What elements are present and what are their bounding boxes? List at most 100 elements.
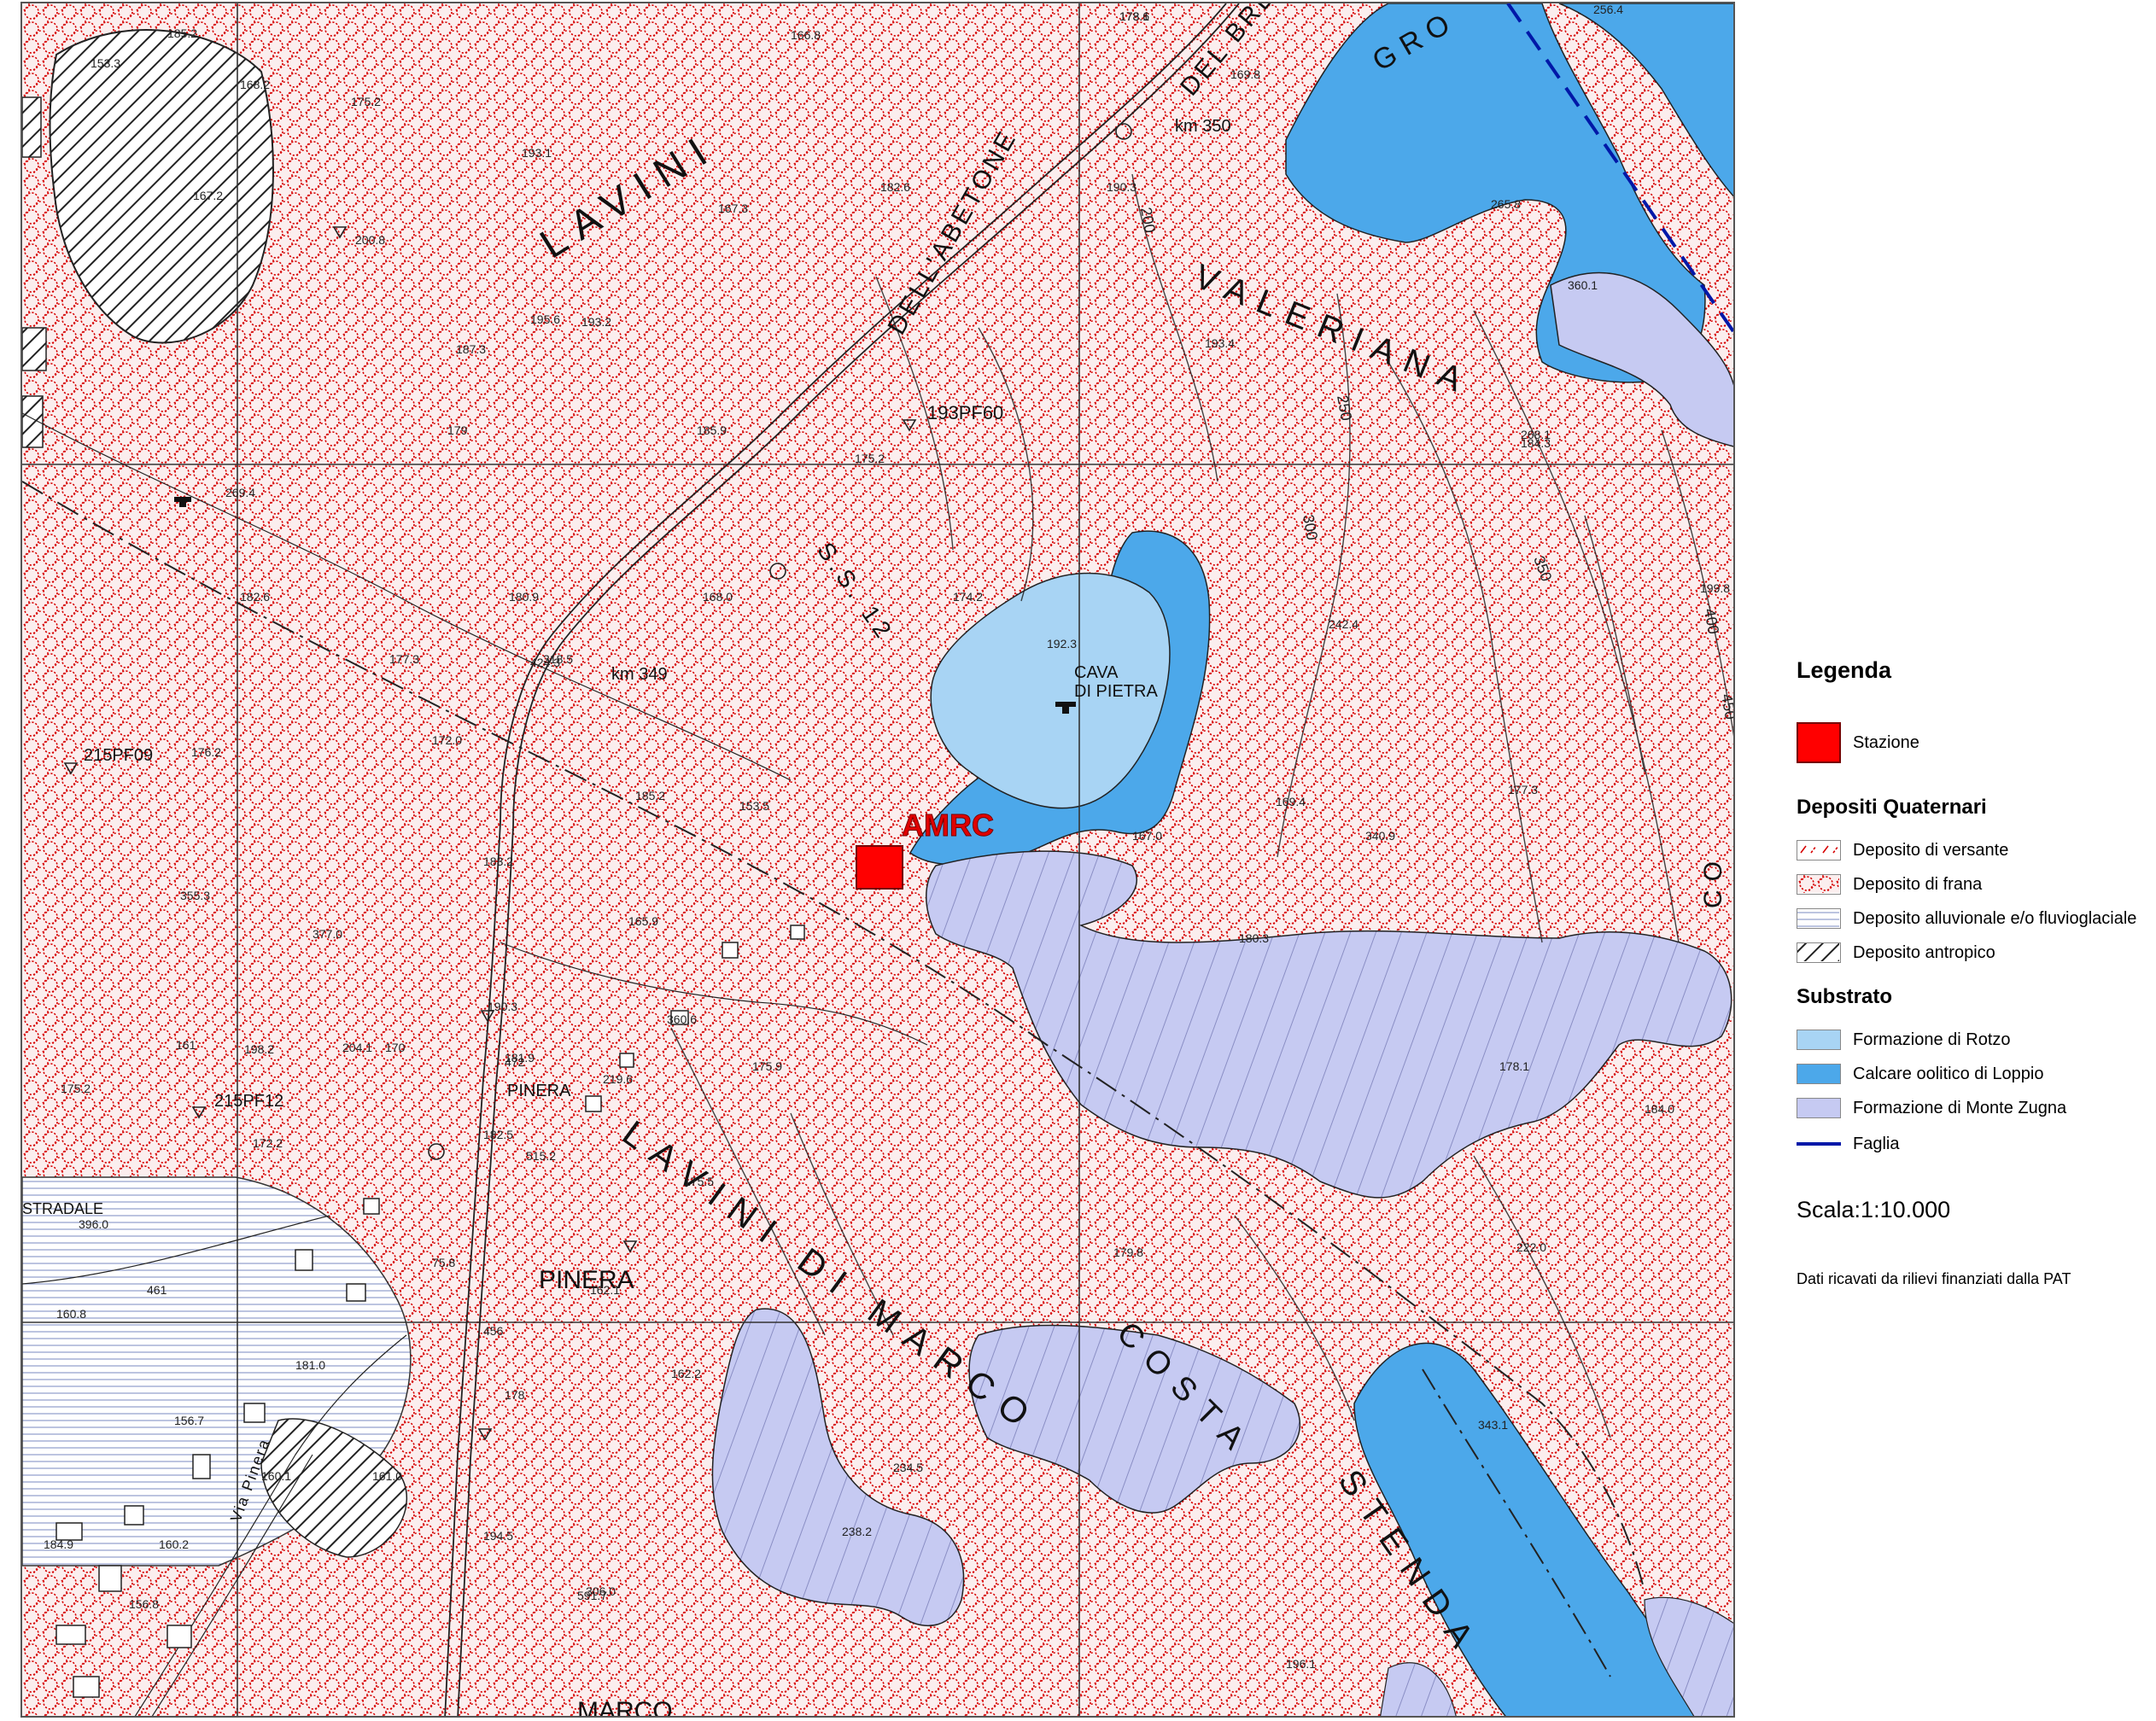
spot-height: 170 (385, 1041, 406, 1054)
legend-quaternary-heading: Depositi Quaternari (1797, 796, 1987, 819)
spot-height: 175.9 (752, 1059, 782, 1073)
legend-versante-label: Deposito di versante (1853, 840, 2009, 860)
spot-height: 184.0 (1645, 1102, 1674, 1116)
station-code-label: AMRC (902, 808, 994, 843)
place-label-km349: km 349 (611, 665, 668, 684)
spot-height: 242.4 (1329, 617, 1358, 631)
spot-height: 182.6 (880, 180, 910, 194)
spot-height: 167.3 (718, 201, 748, 215)
geological-map[interactable]: AMRC LAVINI VALERIANA GRO DELL'ABETONE DEL B… (20, 2, 1735, 1718)
legend-item-zugna: Formazione di Monte Zugna (1797, 1096, 2066, 1120)
spot-height: 185.2 (635, 789, 665, 802)
scale-text: Scala:1:10.000 (1797, 1197, 1950, 1223)
spot-height: 183.2 (483, 855, 513, 868)
antropico-swatch (1797, 942, 1841, 963)
place-label-pf215a: 215PF09 (84, 746, 153, 765)
spot-height: 222.0 (1516, 1240, 1546, 1254)
spot-height: 165.9 (628, 914, 658, 928)
spot-height: 178 (505, 1388, 525, 1402)
spot-height: 196.1 (1286, 1657, 1316, 1671)
legend-item-faglia: Faglia (1797, 1132, 1899, 1156)
station-marker[interactable] (856, 845, 903, 890)
spot-height: 168.2 (240, 78, 270, 91)
spot-height: 187.3 (456, 342, 486, 356)
place-label-co: CO (1699, 853, 1727, 908)
spot-height: 172.0 (432, 733, 462, 747)
spot-height: 456 (483, 1324, 504, 1338)
spot-height: 167.2 (193, 189, 223, 202)
legend-item-alluvionale: Deposito alluvionale e/o fluvioglaciale (1797, 907, 2136, 931)
legend-zugna-label: Formazione di Monte Zugna (1853, 1098, 2067, 1117)
spot-height: 160.8 (56, 1307, 86, 1321)
spot-height: 256.4 (1593, 3, 1623, 16)
legend-loppio-label: Calcare oolitico di Loppio (1853, 1064, 2044, 1083)
spot-height: 461 (147, 1283, 167, 1297)
spot-height: 180.9 (509, 590, 539, 604)
place-label-marco: MARCO (577, 1697, 673, 1718)
spot-height: 190.3 (488, 1000, 517, 1013)
legend-antropico-label: Deposito antropico (1853, 942, 1995, 962)
legend-station-label: Stazione (1853, 732, 1919, 752)
spot-height: 234.5 (893, 1461, 923, 1474)
spot-height: 153.3 (91, 56, 120, 70)
spot-height: 176.2 (191, 745, 221, 759)
spot-height: 172.2 (253, 1136, 283, 1150)
loppio-swatch (1797, 1064, 1841, 1084)
spot-height: 181.0 (295, 1358, 325, 1372)
legend-title: Legenda (1797, 657, 1892, 683)
spot-height: 591.7 (577, 1589, 607, 1602)
spot-height: 192.3 (1047, 637, 1077, 650)
place-label-pf215b: 215PF12 (214, 1092, 283, 1111)
legend-item-frana: Deposito di frana (1797, 872, 1982, 896)
spot-height: 265.8 (1491, 197, 1521, 211)
spot-height: 515.2 (526, 1149, 556, 1163)
spot-height: 377.0 (313, 927, 342, 941)
place-label-pf193: 193PF60 (927, 402, 1003, 423)
scale-value: 1:10.000 (1861, 1197, 1951, 1222)
place-label-di-pietra: DI PIETRA (1074, 682, 1158, 701)
place-label-pinera-small: PINERA (507, 1082, 571, 1100)
spot-height: 340.9 (1365, 829, 1395, 843)
spot-height: 161.0 (372, 1469, 402, 1483)
spot-height: 174.2 (953, 590, 983, 604)
spot-height: 166.8 (791, 28, 821, 42)
spot-height: 195.6 (530, 312, 560, 326)
spot-height: 177.3 (389, 652, 419, 666)
legend-item-antropico: Deposito antropico (1797, 941, 1995, 965)
legend-substrate-heading: Substrato (1797, 985, 1893, 1008)
spot-height: 161 (176, 1038, 196, 1052)
spot-height: 167.0 (1132, 829, 1162, 843)
spot-height: 168.0 (703, 590, 733, 604)
spot-height: 160.2 (159, 1537, 189, 1551)
alluvionale-swatch (1797, 908, 1841, 929)
scale-label: Scala: (1797, 1197, 1861, 1222)
spot-height: 175.2 (855, 452, 885, 465)
spot-height: 179.8 (1113, 1246, 1143, 1259)
spot-height: 178.1 (1119, 9, 1149, 23)
spot-height: 75.8 (432, 1256, 455, 1269)
spot-height: 156.7 (174, 1414, 204, 1427)
spot-height: 185.9 (697, 423, 727, 437)
frana-swatch (1797, 874, 1841, 895)
spot-height: 193.1 (522, 146, 552, 160)
spot-height: 175.5 (684, 1175, 714, 1188)
versante-swatch (1797, 840, 1841, 860)
legend-rotzo-label: Formazione di Rotzo (1853, 1030, 2011, 1049)
map-canvas: AMRC LAVINIVALERIANAGRODELL'ABETONEDEL B… (22, 3, 1733, 1718)
legend-alluvionale-label: Deposito alluvionale e/o fluvioglaciale (1853, 908, 2137, 928)
spot-height: 194.5 (483, 1529, 513, 1543)
spot-height: 179 (447, 423, 468, 437)
spot-height: 169.8 (1230, 67, 1260, 81)
spot-height: 268.1 (1521, 428, 1551, 441)
spot-height: 355.3 (180, 889, 210, 902)
spot-height: 162.2 (671, 1367, 701, 1380)
spot-height: 360.1 (1568, 278, 1598, 292)
spot-height: 162.1 (590, 1283, 620, 1297)
spot-height: 180.3 (1239, 931, 1269, 945)
place-label-km350: km 350 (1175, 117, 1231, 136)
spot-height: 190.3 (1107, 180, 1136, 194)
spot-height: 175.2 (61, 1082, 91, 1095)
spot-height: 153.5 (739, 799, 769, 813)
spot-height: 193.4 (1205, 336, 1235, 350)
spot-height: 169.4 (1276, 795, 1306, 808)
